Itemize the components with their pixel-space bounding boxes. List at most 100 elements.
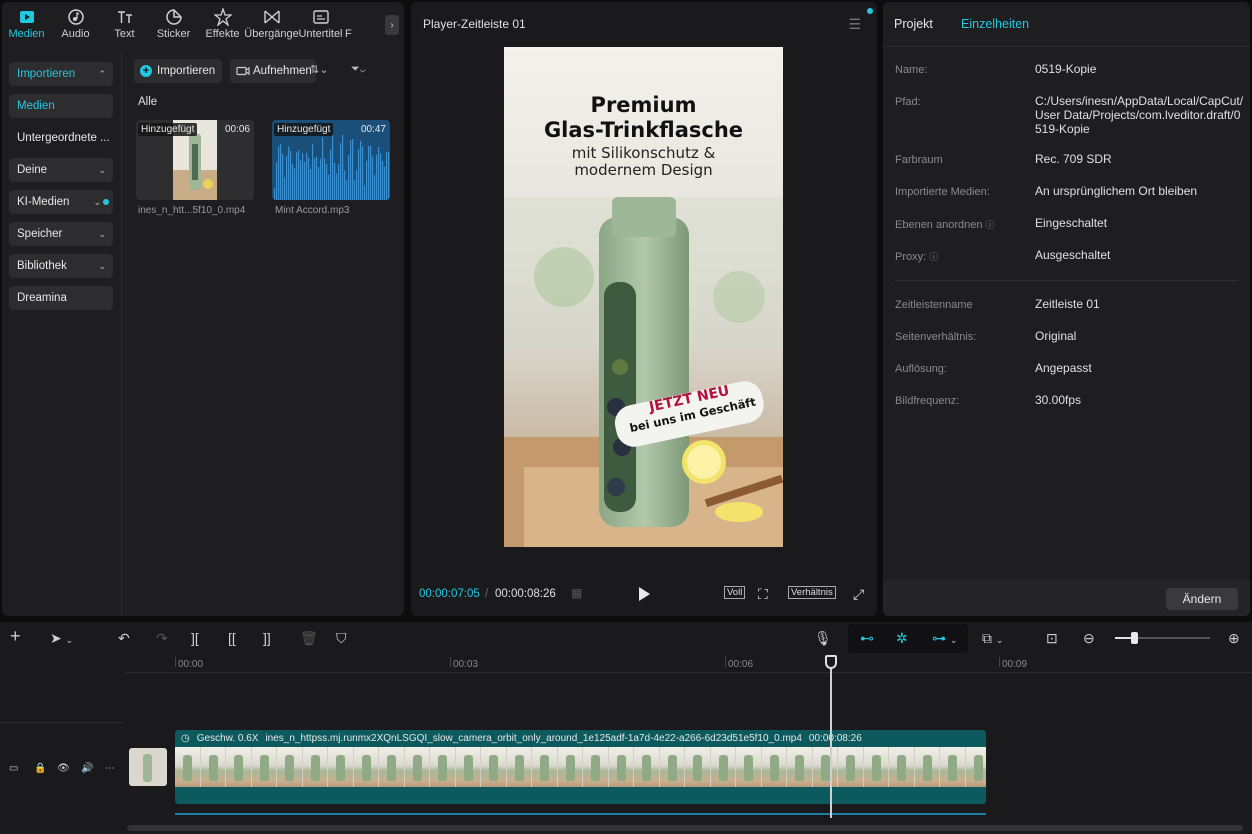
chevron-right-icon: › [390, 19, 394, 31]
tab-media[interactable]: Medien [2, 2, 51, 46]
tab-details[interactable]: Einzelheiten [961, 17, 1029, 31]
clip-frame [557, 747, 583, 787]
clip-frame [736, 747, 762, 787]
media-item-audio[interactable]: Hinzugefügt 00:47 [272, 120, 390, 200]
waveform-bar [306, 152, 308, 200]
sidebar-item-label: Untergeordnete ... [17, 132, 110, 144]
record-audio-button[interactable]: 🎙 [814, 630, 832, 646]
tabs-scroll-right-button[interactable]: › [385, 15, 399, 35]
import-button[interactable]: + Importieren [134, 59, 222, 83]
split-button[interactable]: ][ [191, 630, 199, 646]
frame-bottle [463, 755, 473, 781]
detail-label-with-info: Ebenen anordnen ⓘ [895, 218, 995, 231]
preview-axis-button[interactable]: ⧉ ⌄ [982, 630, 1003, 648]
sidebar-item-dreamina[interactable]: Dreamina [9, 286, 113, 310]
volume-icon[interactable]: 🔊 [81, 763, 93, 774]
lock-icon[interactable]: 🔒 [34, 763, 46, 774]
waveform-bar [330, 149, 332, 200]
marker-button[interactable]: ⛉ [336, 630, 347, 646]
info-icon[interactable]: ⓘ [986, 220, 995, 230]
tab-effects[interactable]: Effekte [198, 2, 247, 46]
delete-button[interactable]: 🗑 [300, 630, 318, 646]
clip-frame [328, 747, 354, 787]
sidebar-item-sub[interactable]: Untergeordnete ... [9, 126, 113, 150]
playhead-handle[interactable] [825, 655, 837, 669]
fullscreen-button[interactable]: ⤢ [853, 586, 864, 603]
zoom-fit-button[interactable]: ⊡ [1046, 630, 1058, 646]
link-button[interactable]: ⊶ ⌄ [932, 630, 957, 648]
zoom-out-button[interactable]: ⊖ [1083, 630, 1095, 646]
eye-icon[interactable]: 👁 [57, 763, 70, 774]
aspect-ratio-button[interactable]: Verhältnis [788, 586, 836, 599]
microphone-icon: 🎙 [814, 630, 832, 646]
info-icon[interactable]: ⓘ [929, 252, 938, 262]
zoom-slider-handle[interactable] [1131, 632, 1138, 644]
media-item-video[interactable]: Hinzugefügt 00:06 [136, 120, 254, 200]
tab-audio[interactable]: Audio [51, 2, 100, 46]
tab-sticker[interactable]: Sticker [149, 2, 198, 46]
chevron-down-icon: ⌄ [949, 635, 958, 645]
clip-frame [481, 747, 507, 787]
trim-left-button[interactable]: [[ [228, 630, 236, 646]
zoom-slider[interactable] [1115, 632, 1210, 644]
waveform-bar [378, 147, 380, 200]
detail-label: Farbraum [895, 154, 943, 166]
sidebar-item-storage[interactable]: Speicher ⌄ [9, 222, 113, 246]
timeline-scrollbar[interactable] [127, 825, 1243, 831]
add-track-button[interactable]: + [10, 627, 21, 645]
timeline-panel: + ➤ ⌄ ↶ ↷ ][ [[ ]] 🗑 ⛉ 🎙 ⊷ ✲ ⊶ ⌄ ⧉ ⌄ ⊡ ⊖… [0, 622, 1252, 834]
more-icon[interactable]: ⋯ [105, 763, 115, 774]
tab-project[interactable]: Projekt [894, 17, 933, 31]
sidebar-item-ai-media[interactable]: KI-Medien ⌄ [9, 190, 113, 214]
ruler-label: 00:00 [178, 659, 204, 670]
filter-icon: ⏷⌄ [351, 63, 366, 75]
video-clip[interactable]: ◷ Geschw. 0.6X ines_n_httpss.mj.runmx2XQ… [175, 730, 986, 804]
record-button[interactable]: Aufnehmen [230, 59, 316, 83]
sort-button[interactable]: ⇅⌄ [310, 63, 328, 76]
waveform-bar [332, 134, 334, 200]
waveform-bar [366, 160, 368, 200]
sidebar-item-import[interactable]: Importieren ⌃ [9, 62, 113, 86]
clip-frame [838, 747, 864, 787]
clip-frame [430, 747, 456, 787]
detail-value: Original [1035, 329, 1077, 343]
undo-button[interactable]: ↶ [118, 630, 130, 646]
waveform-bar [304, 161, 306, 200]
trim-right-button[interactable]: ]] [263, 630, 271, 646]
tab-text[interactable]: Text [100, 2, 149, 46]
clip-frame [659, 747, 685, 787]
frame-bottle [769, 755, 779, 781]
clip-frame [812, 747, 838, 787]
select-tool-button[interactable]: ➤ ⌄ [50, 630, 73, 648]
redo-button[interactable]: ↷ [156, 630, 168, 646]
sidebar-item-yours[interactable]: Deine ⌄ [9, 158, 113, 182]
filter-button[interactable]: ⏷⌄ [351, 63, 366, 76]
tab-captions[interactable]: Untertitel [296, 2, 345, 46]
sidebar-item-media[interactable]: Medien [9, 94, 113, 118]
player-menu-button[interactable]: ☰ [848, 16, 861, 33]
main-track-magnet-button[interactable]: ⊷ [860, 630, 874, 646]
timecode-grid-icon[interactable]: ▦ [571, 586, 582, 600]
clip-frame [506, 747, 532, 787]
waveform-bar [376, 154, 378, 200]
waveform-bar [348, 155, 350, 200]
zoom-in-button[interactable]: ⊕ [1228, 630, 1240, 646]
tab-transitions[interactable]: Übergänge [244, 2, 299, 46]
timeline-ruler[interactable]: 00:00 00:03 00:06 00:09 [125, 655, 1252, 673]
frame-bottle [642, 755, 651, 781]
full-quality-button[interactable]: Voll [724, 586, 746, 599]
play-button[interactable] [637, 586, 651, 602]
video-preview[interactable]: Premium Glas-Trinkflasche mit Silikonsch… [504, 47, 783, 547]
clip-speed: Geschw. 0.6X [196, 733, 259, 744]
trim-right-icon: ]] [263, 630, 271, 646]
track-cover-thumbnail[interactable] [129, 748, 167, 786]
sidebar-item-library[interactable]: Bibliothek ⌄ [9, 254, 113, 278]
media-duration: 00:06 [224, 124, 250, 135]
playhead[interactable] [830, 655, 832, 818]
frame-bottle [744, 755, 753, 781]
crop-button[interactable]: ⛶ [758, 586, 768, 603]
tab-filter[interactable]: F [345, 2, 359, 46]
change-button[interactable]: Ändern [1166, 588, 1238, 610]
chevron-down-icon: ⌄ [98, 165, 106, 175]
auto-snap-button[interactable]: ✲ [896, 630, 908, 646]
